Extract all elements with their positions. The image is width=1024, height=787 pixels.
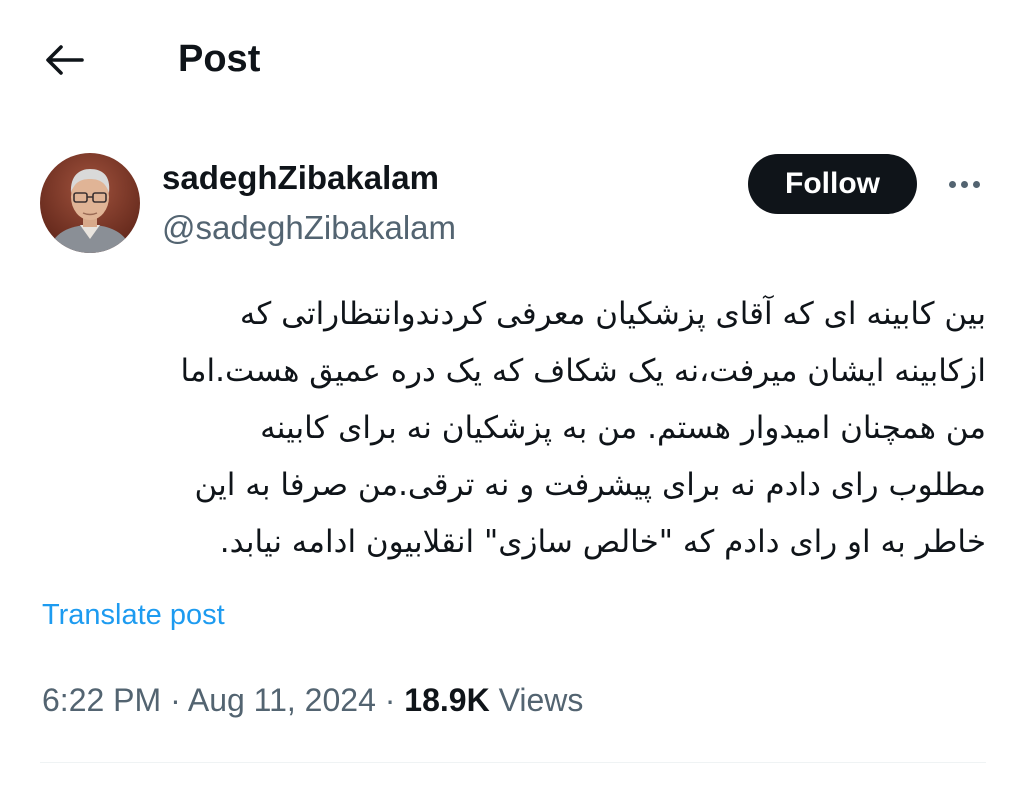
post-text-line: ازکابینه ایشان میرفت،نه یک شکاف که یک در… (180, 353, 986, 389)
arrow-left-icon (46, 45, 84, 75)
avatar-image (40, 153, 140, 253)
meta-separator: · (170, 682, 181, 718)
follow-button[interactable]: Follow (748, 154, 917, 214)
post-time[interactable]: 6:22 PM (42, 682, 161, 718)
more-options-button[interactable] (936, 162, 992, 206)
post-meta: 6:22 PM · Aug 11, 2024 · 18.9K Views (42, 680, 583, 720)
post-text-line: مطلوب رای دادم نه برای پیشرفت و نه ترقی.… (194, 467, 986, 503)
more-horizontal-icon-dot (960, 180, 968, 188)
post-header: Post (0, 0, 1024, 118)
post-date[interactable]: Aug 11, 2024 (188, 682, 376, 718)
post-text-line: بین کابینه ای که آقای پزشکیان معرفی کردن… (239, 296, 986, 332)
views-label: Views (498, 682, 584, 718)
author-display-name[interactable]: sadeghZibakalam (162, 158, 439, 198)
views-count: 18.9K (404, 682, 490, 718)
more-horizontal-icon-dot (972, 180, 980, 188)
author-handle[interactable]: @sadeghZibakalam (162, 208, 456, 248)
avatar[interactable] (40, 153, 140, 253)
post-text: بین کابینه ای که آقای پزشکیان معرفی کردن… (40, 286, 986, 571)
meta-separator: · (384, 682, 396, 718)
translate-post-link[interactable]: Translate post (42, 597, 225, 633)
post-text-line: من همچنان امیدوار هستم. من به پزشکیان نه… (260, 410, 986, 446)
back-button[interactable] (36, 38, 92, 82)
more-horizontal-icon (948, 180, 956, 188)
author-row: sadeghZibakalam @sadeghZibakalam Follow (0, 150, 1024, 260)
divider (40, 762, 986, 763)
page-title: Post (178, 38, 261, 80)
post-text-line: خاطر به او رای دادم که "خالص سازی" انقلا… (219, 524, 986, 560)
